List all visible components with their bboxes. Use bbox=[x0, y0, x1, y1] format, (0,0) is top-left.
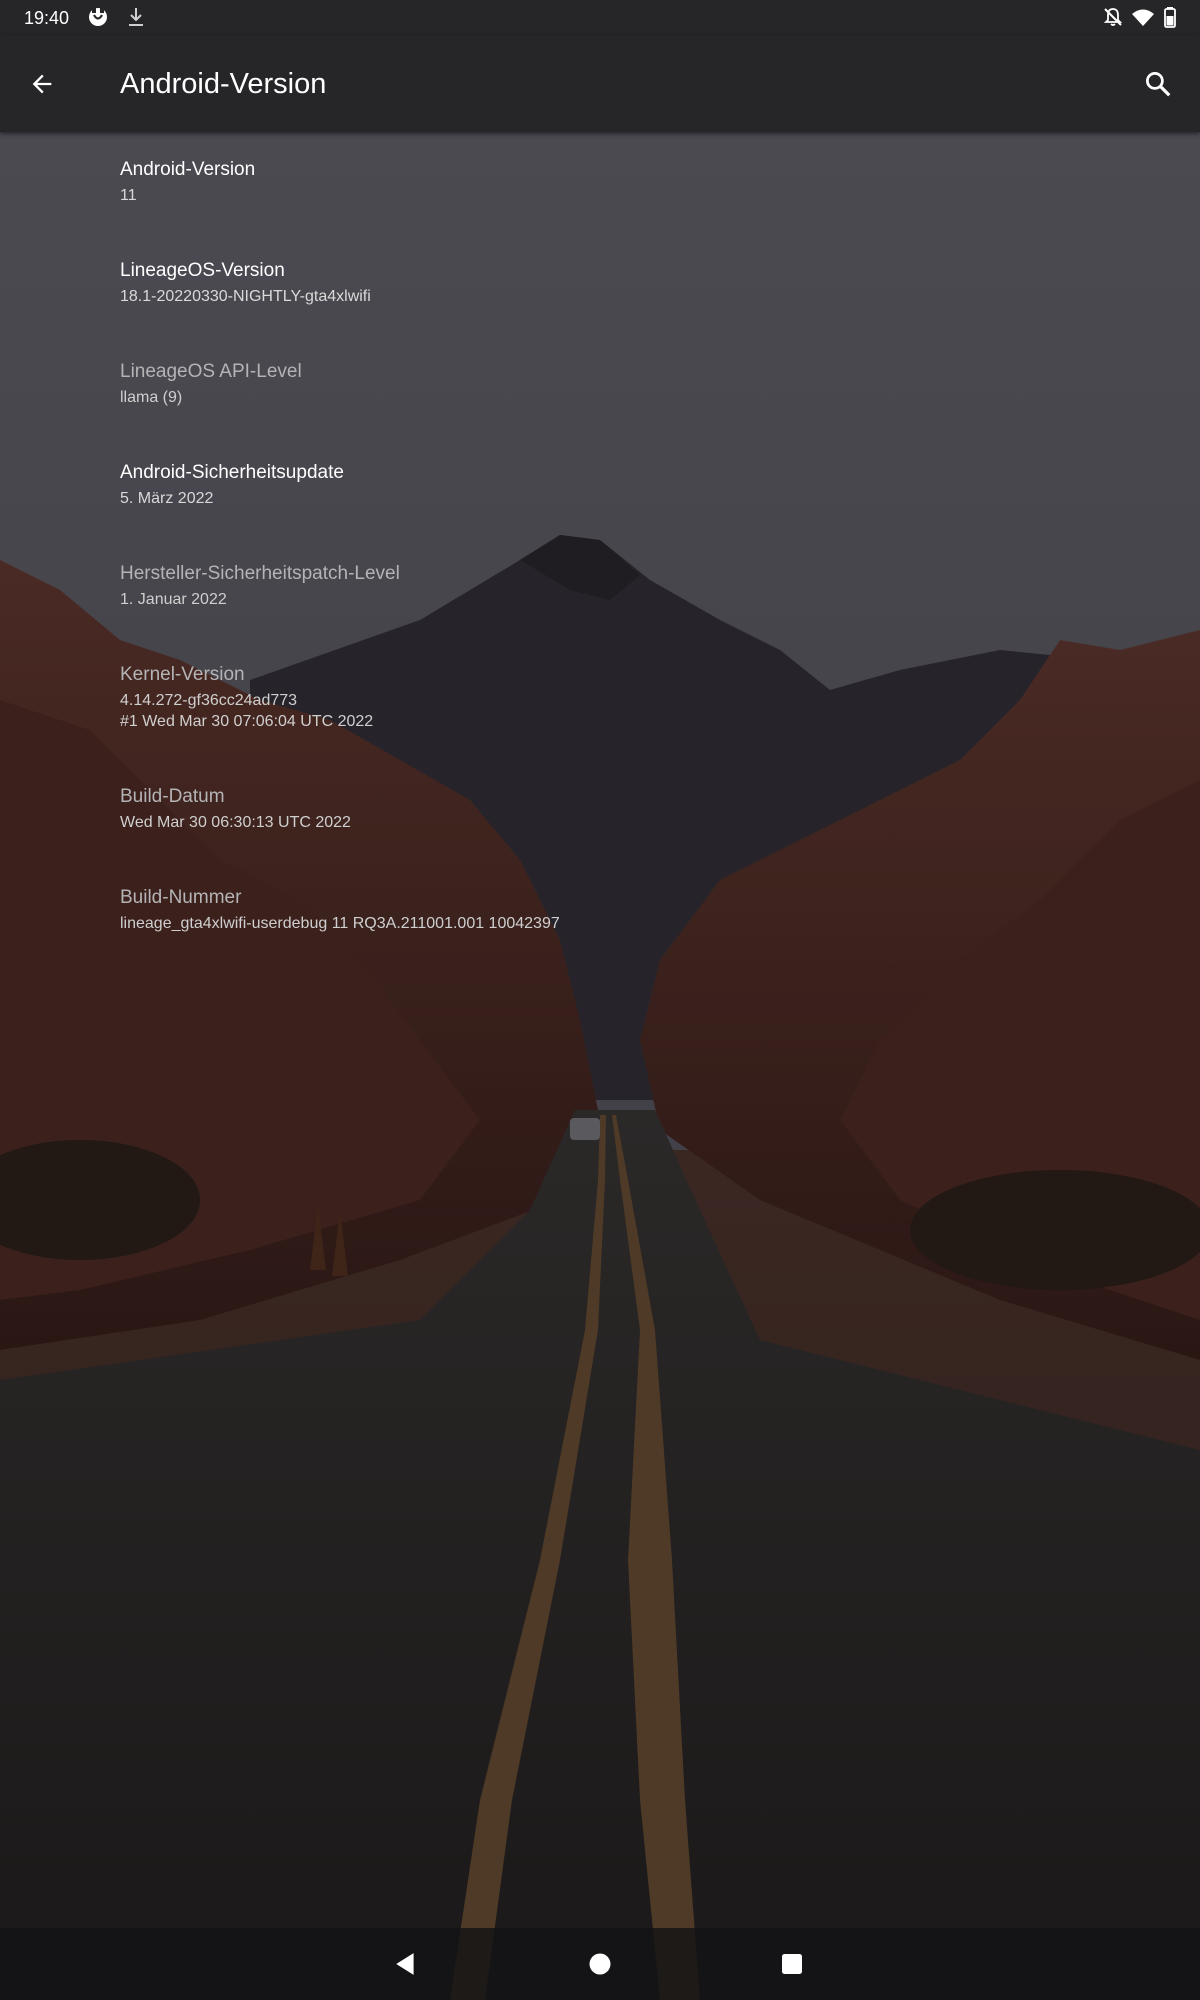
pref-summary: llama (9) bbox=[120, 389, 183, 406]
pref-item-android-version[interactable]: Android-Version 11 bbox=[0, 132, 1200, 233]
notifications-off-icon bbox=[1103, 8, 1123, 26]
pref-summary: 4.14.272-gf36cc24ad773 #1 Wed Mar 30 07:… bbox=[120, 692, 374, 730]
nav-home-button[interactable] bbox=[576, 1940, 624, 1988]
battery-icon bbox=[1164, 7, 1176, 28]
pref-title: Build-Datum bbox=[120, 786, 225, 807]
pref-item-build-number[interactable]: Build-Nummer lineage_gta4xlwifi-userdebu… bbox=[0, 860, 1200, 961]
settings-screen: 19:40 Android-Version Android-Version 11… bbox=[0, 0, 1200, 2000]
app-notification-icon bbox=[89, 8, 107, 26]
search-button[interactable] bbox=[1134, 60, 1182, 108]
back-button[interactable] bbox=[18, 60, 66, 108]
pref-item-vendor-security-patch[interactable]: Hersteller-Sicherheitspatch-Level 1. Jan… bbox=[0, 536, 1200, 637]
app-bar: Android-Version bbox=[0, 36, 1200, 132]
home-circle-icon bbox=[589, 1953, 611, 1975]
page-title: Android-Version bbox=[120, 68, 327, 100]
wifi-icon bbox=[1132, 9, 1154, 26]
pref-summary: 11 bbox=[120, 187, 137, 204]
arrow-back-icon bbox=[32, 74, 52, 94]
pref-summary: lineage_gta4xlwifi-userdebug 11 RQ3A.211… bbox=[120, 915, 560, 932]
pref-summary: 5. März 2022 bbox=[120, 490, 214, 507]
status-bar: 19:40 bbox=[0, 0, 1200, 36]
pref-title: Android-Version bbox=[120, 159, 256, 180]
pref-summary: 18.1-20220330-NIGHTLY-gta4xlwifi bbox=[120, 288, 371, 305]
pref-title: LineageOS API-Level bbox=[120, 361, 302, 382]
search-icon bbox=[1146, 72, 1171, 97]
pref-summary: 1. Januar 2022 bbox=[120, 591, 227, 608]
pref-summary: Wed Mar 30 06:30:13 UTC 2022 bbox=[120, 814, 351, 831]
pref-item-android-security-update[interactable]: Android-Sicherheitsupdate 5. März 2022 bbox=[0, 435, 1200, 536]
nav-back-button[interactable] bbox=[382, 1940, 430, 1988]
pref-title: Android-Sicherheitsupdate bbox=[120, 462, 344, 483]
pref-title: LineageOS-Version bbox=[120, 260, 285, 281]
recents-square-icon bbox=[782, 1954, 802, 1974]
nav-recents-button[interactable] bbox=[768, 1940, 816, 1988]
pref-item-lineageos-version[interactable]: LineageOS-Version 18.1-20220330-NIGHTLY-… bbox=[0, 233, 1200, 334]
pref-title: Hersteller-Sicherheitspatch-Level bbox=[120, 563, 400, 584]
back-triangle-icon bbox=[396, 1953, 414, 1975]
pref-item-build-date[interactable]: Build-Datum Wed Mar 30 06:30:13 UTC 2022 bbox=[0, 759, 1200, 860]
download-icon bbox=[129, 8, 143, 26]
status-time: 19:40 bbox=[24, 8, 70, 28]
pref-title: Kernel-Version bbox=[120, 664, 245, 685]
pref-title: Build-Nummer bbox=[120, 887, 242, 908]
navigation-bar bbox=[0, 1928, 1200, 2000]
pref-item-lineageos-api-level[interactable]: LineageOS API-Level llama (9) bbox=[0, 334, 1200, 435]
pref-item-kernel-version[interactable]: Kernel-Version 4.14.272-gf36cc24ad773 #1… bbox=[0, 637, 1200, 759]
